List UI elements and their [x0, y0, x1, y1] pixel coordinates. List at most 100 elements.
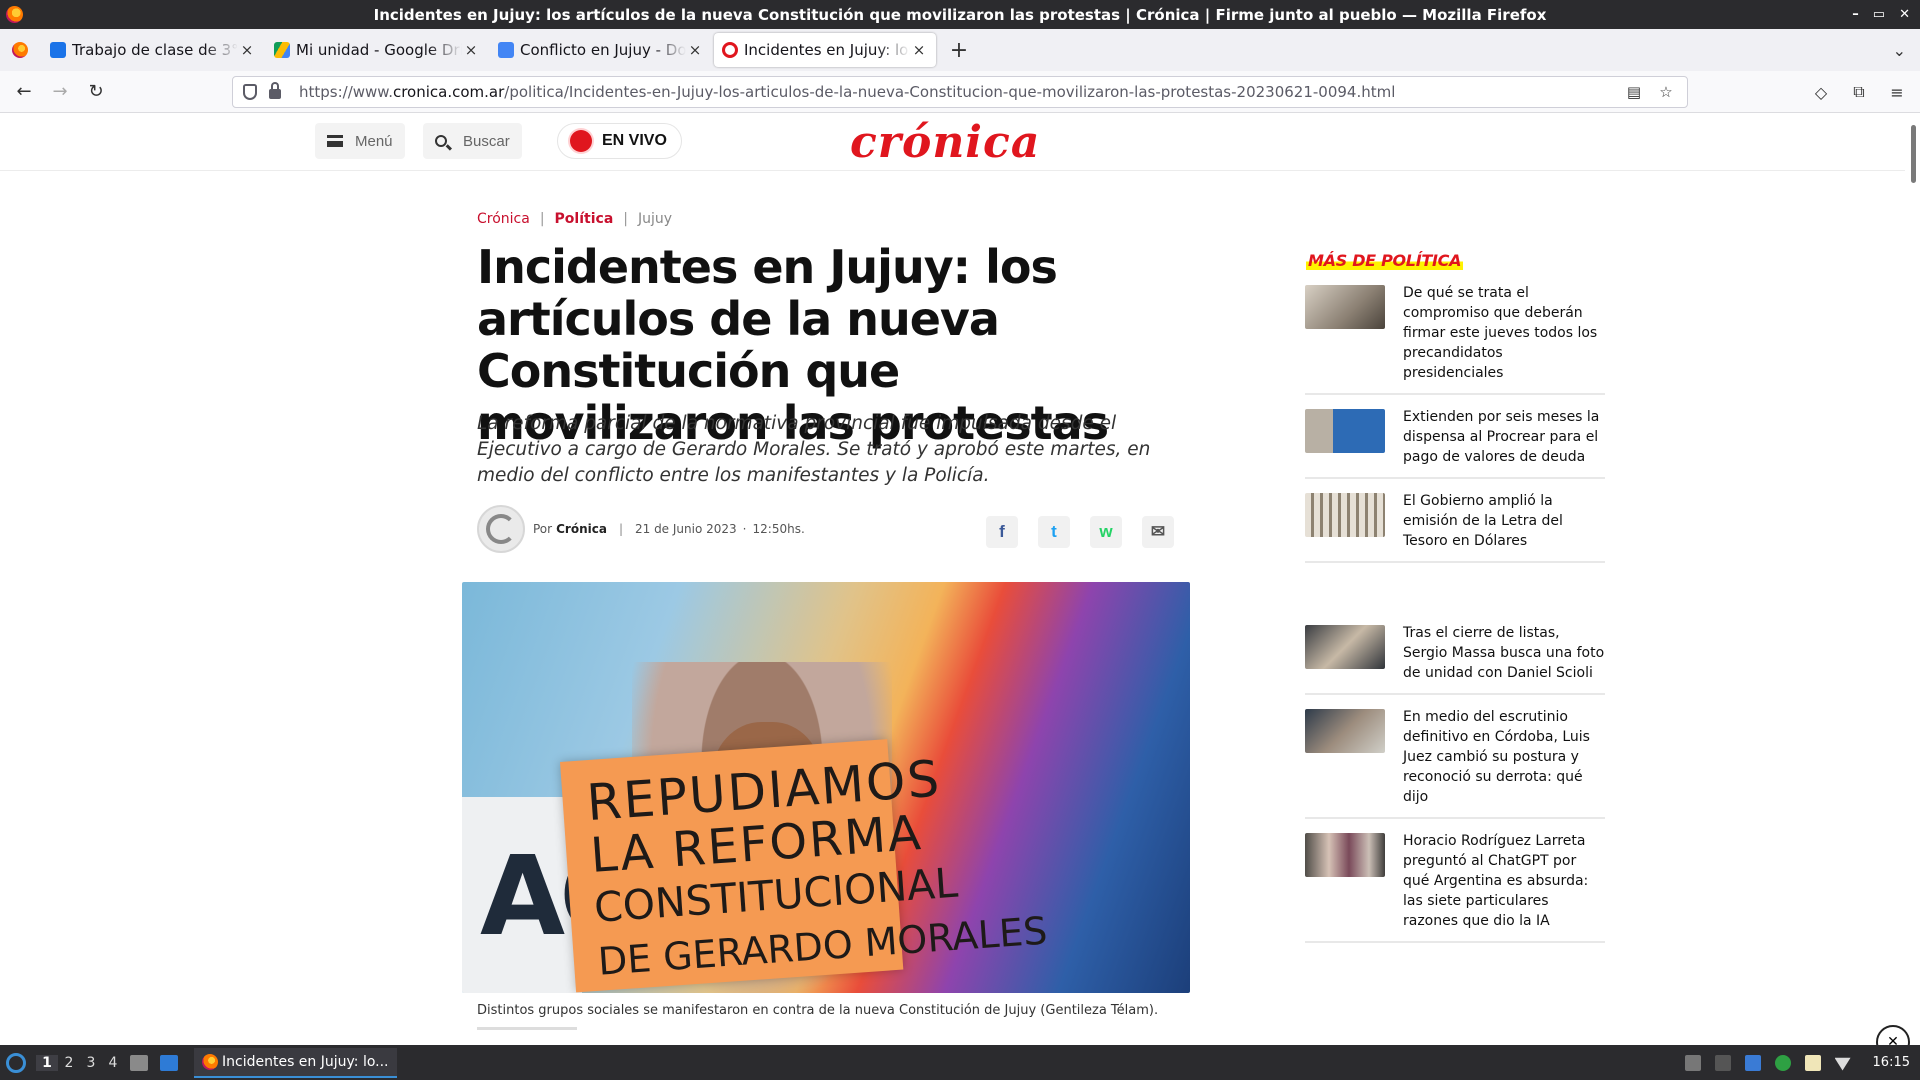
- breadcrumb-tag[interactable]: Jujuy: [638, 211, 672, 227]
- article-hero-image: AC REPUDIAMOS LA REFORMA CONSTITUCIONAL …: [462, 582, 1190, 993]
- news-headline[interactable]: En medio del escrutinio definitivo en Có…: [1403, 707, 1605, 807]
- workspace-1[interactable]: 1: [36, 1054, 58, 1071]
- extensions-icon[interactable]: ⧉: [1844, 76, 1874, 108]
- tab-cronica-active[interactable]: Incidentes en Jujuy: los artículos ×: [714, 33, 936, 67]
- whatsapp-share-icon[interactable]: w: [1090, 516, 1122, 548]
- reader-view-icon[interactable]: ▤: [1623, 83, 1645, 101]
- twitter-share-icon[interactable]: t: [1038, 516, 1070, 548]
- news-thumbnail[interactable]: [1305, 409, 1385, 453]
- news-headline[interactable]: Horacio Rodríguez Larreta preguntó al Ch…: [1403, 831, 1605, 931]
- sidebar-news-item[interactable]: De qué se trata el compromiso que deberá…: [1305, 283, 1605, 395]
- url-bar[interactable]: https://www.cronica.com.ar/politica/Inci…: [232, 76, 1688, 108]
- search-label: Buscar: [463, 132, 510, 150]
- clipboard-icon[interactable]: [1684, 1054, 1701, 1071]
- cronica-logo-icon: [486, 514, 516, 544]
- tab-strip: Trabajo de clase de 3° - Gestión × Mi un…: [0, 29, 1920, 71]
- bookmark-star-icon[interactable]: ☆: [1655, 83, 1677, 101]
- task-label: Incidentes en Jujuy: lo...: [222, 1053, 389, 1070]
- byline-prefix: Por: [533, 522, 553, 536]
- sidebar-news-item[interactable]: Tras el cierre de listas, Sergio Massa b…: [1305, 623, 1605, 695]
- news-thumbnail[interactable]: [1305, 493, 1385, 537]
- news-headline[interactable]: De qué se trata el compromiso que deberá…: [1403, 283, 1605, 383]
- tab-close-icon[interactable]: ×: [686, 41, 704, 59]
- firefox-icon: [6, 6, 23, 23]
- news-thumbnail[interactable]: [1305, 833, 1385, 877]
- os-taskbar: 1 2 3 4 Incidentes en Jujuy: lo... 16:15: [0, 1045, 1920, 1080]
- close-window-button[interactable]: ✕: [1899, 7, 1910, 22]
- system-tray: 16:15: [1684, 1045, 1920, 1080]
- sidebar-news-item[interactable]: En medio del escrutinio definitivo en Có…: [1305, 707, 1605, 819]
- new-tab-button[interactable]: +: [942, 33, 976, 67]
- sidebar-news-item[interactable]: Horacio Rodríguez Larreta preguntó al Ch…: [1305, 831, 1605, 943]
- window-titlebar: Incidentes en Jujuy: los artículos de la…: [0, 0, 1920, 29]
- page-scrollbar[interactable]: [1911, 125, 1916, 183]
- news-thumbnail[interactable]: [1305, 709, 1385, 753]
- classroom-favicon-icon: [50, 42, 66, 58]
- site-search-button[interactable]: Buscar: [423, 123, 522, 159]
- url-text[interactable]: https://www.cronica.com.ar/politica/Inci…: [299, 83, 1613, 101]
- email-share-icon[interactable]: ✉: [1142, 516, 1174, 548]
- sidebar-news-item[interactable]: Extienden por seis meses la dispensa al …: [1305, 407, 1605, 479]
- cronica-favicon-icon: [722, 42, 738, 58]
- facebook-share-icon[interactable]: f: [986, 516, 1018, 548]
- workspace-4[interactable]: 4: [102, 1055, 124, 1071]
- desktop-icon[interactable]: [160, 1054, 178, 1071]
- tab-label: Conflicto en Jujuy - Documentos: [520, 41, 686, 59]
- site-menu-button[interactable]: Menú: [315, 123, 405, 159]
- maximize-button[interactable]: ▭: [1873, 7, 1885, 22]
- image-caption: Distintos grupos sociales se manifestaro…: [477, 1003, 1159, 1018]
- drive-favicon-icon: [274, 42, 290, 58]
- firefox-icon: [202, 1053, 218, 1070]
- menu-label: Menú: [355, 132, 393, 150]
- tab-close-icon[interactable]: ×: [910, 41, 928, 59]
- site-logo[interactable]: crónica: [850, 117, 1040, 168]
- tab-google-drive[interactable]: Mi unidad - Google Drive ×: [266, 33, 488, 67]
- lock-icon[interactable]: [269, 82, 281, 99]
- news-thumbnail[interactable]: [1305, 625, 1385, 669]
- hamburger-icon: [327, 135, 343, 147]
- byline-dot: ·: [742, 522, 747, 536]
- pocket-icon[interactable]: ◇: [1806, 76, 1836, 108]
- list-all-tabs-button[interactable]: ⌄: [1893, 41, 1906, 60]
- workspace-2[interactable]: 2: [58, 1055, 80, 1071]
- toolbar-right: ◇ ⧉ ≡: [1806, 76, 1912, 108]
- news-headline[interactable]: El Gobierno amplió la emisión de la Letr…: [1403, 491, 1605, 551]
- tab-docs[interactable]: Conflicto en Jujuy - Documentos ×: [490, 33, 712, 67]
- tracking-protection-shield-icon[interactable]: [243, 84, 257, 100]
- news-headline[interactable]: Extienden por seis meses la dispensa al …: [1403, 407, 1605, 467]
- live-dot-icon: [570, 130, 592, 152]
- news-headline[interactable]: Tras el cierre de listas, Sergio Massa b…: [1403, 623, 1605, 683]
- reload-button[interactable]: ↻: [78, 76, 114, 108]
- taskbar-firefox-task[interactable]: Incidentes en Jujuy: lo...: [194, 1047, 397, 1078]
- tab-close-icon[interactable]: ×: [462, 41, 480, 59]
- close-floating-icon[interactable]: ✕: [1876, 1025, 1910, 1045]
- site-header: Menú Buscar EN VIVO crónica: [0, 113, 1905, 171]
- forward-button[interactable]: →: [42, 76, 78, 108]
- workspace-3[interactable]: 3: [80, 1055, 102, 1071]
- start-menu-icon[interactable]: [6, 1052, 26, 1073]
- firefox-view-icon[interactable]: [12, 42, 28, 58]
- article-summary: La reforma parcial de la normativa provi…: [477, 413, 1151, 486]
- back-button[interactable]: ←: [6, 76, 42, 108]
- breadcrumb-home[interactable]: Crónica: [477, 211, 530, 227]
- app-menu-icon[interactable]: ≡: [1882, 76, 1912, 108]
- tab-classroom[interactable]: Trabajo de clase de 3° - Gestión ×: [42, 33, 264, 67]
- file-manager-icon[interactable]: [130, 1054, 148, 1071]
- news-thumbnail[interactable]: [1305, 285, 1385, 329]
- author-name[interactable]: Crónica: [556, 522, 607, 536]
- volume-muted-icon[interactable]: [1714, 1054, 1731, 1071]
- update-icon[interactable]: [1774, 1054, 1791, 1071]
- minimize-button[interactable]: –: [1852, 7, 1859, 22]
- wifi-icon[interactable]: [1834, 1057, 1851, 1071]
- display-icon[interactable]: [1744, 1054, 1761, 1071]
- notes-icon[interactable]: [1804, 1054, 1821, 1071]
- sidebar-news-item[interactable]: El Gobierno amplió la emisión de la Letr…: [1305, 491, 1605, 563]
- breadcrumb-separator: |: [623, 211, 628, 227]
- tab-close-icon[interactable]: ×: [238, 41, 256, 59]
- author-avatar[interactable]: [477, 505, 525, 553]
- share-buttons: f t w ✉: [986, 516, 1174, 548]
- live-button[interactable]: EN VIVO: [557, 123, 682, 159]
- breadcrumb-section[interactable]: Política: [555, 211, 614, 227]
- byline-separator: |: [618, 522, 623, 536]
- clock[interactable]: 16:15: [1873, 1055, 1910, 1070]
